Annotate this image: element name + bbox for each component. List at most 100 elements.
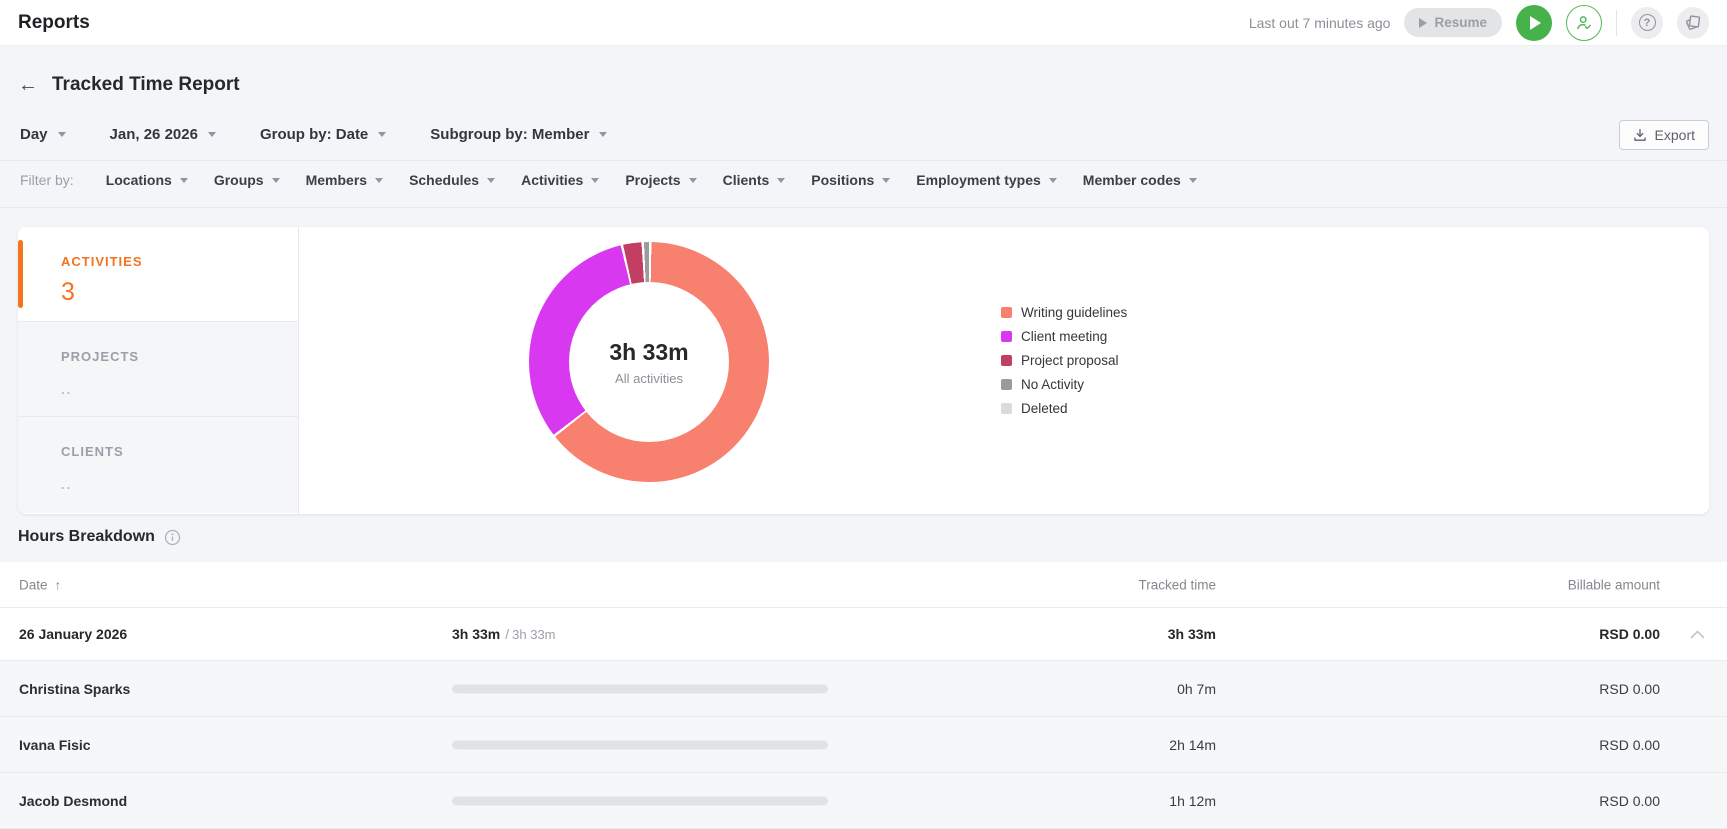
report-title-row: ← Tracked Time Report bbox=[18, 74, 240, 96]
info-icon[interactable] bbox=[164, 529, 181, 546]
hours-breakdown-table: Date ↑ Tracked time Billable amount 26 J… bbox=[0, 562, 1727, 829]
filter-row: Filter by: Locations Groups Members Sche… bbox=[20, 172, 1197, 188]
back-button[interactable]: ← bbox=[18, 75, 38, 95]
filter-locations[interactable]: Locations bbox=[106, 172, 188, 188]
donut-chart[interactable]: 3h 33m All activities bbox=[529, 242, 769, 482]
top-bar: Reports Last out 7 minutes ago Resume ? bbox=[0, 0, 1727, 46]
tab-clients-count: .. bbox=[61, 477, 73, 492]
summary-card: ACTIVITIES 3 PROJECTS .. CLIENTS .. 3h 3… bbox=[18, 227, 1709, 514]
tracked-time-cell: 3h 33m bbox=[1167, 626, 1216, 642]
legend-swatch bbox=[1001, 379, 1012, 390]
legend-item-project-proposal[interactable]: Project proposal bbox=[1001, 353, 1127, 368]
legend-swatch bbox=[1001, 355, 1012, 366]
chevron-down-icon bbox=[591, 177, 600, 183]
table-header-row: Date ↑ Tracked time Billable amount bbox=[0, 562, 1727, 608]
billable-amount-cell: RSD 0.00 bbox=[1599, 626, 1660, 642]
divider bbox=[0, 207, 1727, 208]
collapse-row-button[interactable] bbox=[1690, 626, 1705, 642]
filter-groups[interactable]: Groups bbox=[214, 172, 280, 188]
billable-amount-cell: RSD 0.00 bbox=[1599, 736, 1660, 753]
tracked-time-bar bbox=[452, 740, 828, 749]
donut-center: 3h 33m All activities bbox=[569, 282, 729, 442]
question-mark-icon: ? bbox=[1638, 14, 1656, 31]
legend-swatch bbox=[1001, 331, 1012, 342]
subgroup-by-dropdown[interactable]: Subgroup by: Member bbox=[430, 126, 608, 143]
tracked-time-cell: 2h 14m bbox=[1169, 736, 1216, 753]
filter-activities[interactable]: Activities bbox=[521, 172, 600, 188]
group-by-label: Group by: Date bbox=[259, 126, 369, 143]
person-check-icon bbox=[1577, 15, 1591, 29]
divider bbox=[0, 160, 1727, 161]
tab-clients-label: CLIENTS bbox=[61, 444, 124, 459]
filter-projects[interactable]: Projects bbox=[625, 172, 697, 188]
filter-clients[interactable]: Clients bbox=[723, 172, 786, 188]
last-activity-status: Last out 7 minutes ago bbox=[1248, 14, 1391, 31]
legend-item-writing-guidelines[interactable]: Writing guidelines bbox=[1001, 305, 1127, 320]
page-title: Reports bbox=[18, 11, 90, 33]
filter-employment-types[interactable]: Employment types bbox=[916, 172, 1057, 188]
help-button[interactable]: ? bbox=[1631, 6, 1663, 39]
date-dropdown[interactable]: Jan, 26 2026 bbox=[110, 126, 216, 143]
filter-member-codes[interactable]: Member codes bbox=[1083, 172, 1197, 188]
chart-legend: Writing guidelines Client meeting Projec… bbox=[1001, 305, 1127, 416]
legend-swatch bbox=[1001, 403, 1012, 414]
tracked-time-bar bbox=[452, 684, 828, 693]
date-cell: 26 January 2026 bbox=[19, 626, 128, 642]
billable-amount-cell: RSD 0.00 bbox=[1599, 792, 1660, 809]
tab-activities-label: ACTIVITIES bbox=[61, 254, 143, 269]
download-icon bbox=[1633, 128, 1646, 141]
date-group-row[interactable]: 26 January 2026 3h 33m/3h 33m 3h 33m RSD… bbox=[0, 608, 1727, 661]
resume-button-label: Resume bbox=[1434, 15, 1487, 30]
legend-item-no-activity[interactable]: No Activity bbox=[1001, 377, 1127, 392]
sort-ascending-icon: ↑ bbox=[54, 577, 62, 592]
filter-by-label: Filter by: bbox=[20, 172, 74, 188]
member-row-ivana-fisic: Ivana Fisic 2h 14m RSD 0.00 bbox=[0, 717, 1727, 773]
hours-breakdown-title: Hours Breakdown bbox=[18, 528, 155, 545]
hours-breakdown-heading: Hours Breakdown bbox=[18, 528, 181, 546]
tracked-time-cell: 0h 7m bbox=[1177, 680, 1216, 697]
legend-item-client-meeting[interactable]: Client meeting bbox=[1001, 329, 1127, 344]
play-icon bbox=[1530, 15, 1541, 30]
member-name: Jacob Desmond bbox=[19, 792, 128, 809]
summary-side-tabs: ACTIVITIES 3 PROJECTS .. CLIENTS .. bbox=[18, 227, 299, 514]
pages-stack-button[interactable] bbox=[1677, 6, 1709, 39]
column-billable-amount[interactable]: Billable amount bbox=[1568, 577, 1660, 592]
chevron-down-icon bbox=[1048, 177, 1057, 183]
report-title: Tracked Time Report bbox=[52, 74, 240, 95]
chevron-down-icon bbox=[271, 177, 280, 183]
export-button[interactable]: Export bbox=[1618, 120, 1709, 150]
start-timer-button[interactable] bbox=[1516, 4, 1552, 41]
filter-schedules[interactable]: Schedules bbox=[409, 172, 496, 188]
chevron-down-icon bbox=[375, 177, 384, 183]
chevron-down-icon bbox=[179, 177, 188, 183]
filter-members[interactable]: Members bbox=[306, 172, 384, 188]
group-by-dropdown[interactable]: Group by: Date bbox=[259, 126, 387, 143]
chevron-down-icon bbox=[378, 132, 387, 137]
chevron-down-icon bbox=[207, 132, 216, 137]
controls-row: Day Jan, 26 2026 Group by: Date Subgroup… bbox=[20, 126, 608, 143]
tab-activities[interactable]: ACTIVITIES 3 bbox=[18, 227, 298, 322]
period-dropdown[interactable]: Day bbox=[20, 126, 66, 143]
chevron-down-icon bbox=[57, 132, 66, 137]
chevron-down-icon bbox=[777, 177, 786, 183]
member-name: Ivana Fisic bbox=[19, 736, 91, 753]
tab-clients[interactable]: CLIENTS .. bbox=[18, 417, 298, 513]
member-row-jacob-desmond: Jacob Desmond 1h 12m RSD 0.00 bbox=[0, 773, 1727, 829]
resume-button[interactable]: Resume bbox=[1404, 8, 1502, 37]
chevron-down-icon bbox=[882, 177, 891, 183]
tab-projects[interactable]: PROJECTS .. bbox=[18, 322, 298, 417]
tracked-time-bar bbox=[452, 796, 828, 805]
subgroup-by-label: Subgroup by: Member bbox=[430, 126, 590, 143]
toolbar-divider bbox=[1616, 9, 1617, 36]
column-tracked-time[interactable]: Tracked time bbox=[1138, 577, 1216, 592]
tab-activities-count: 3 bbox=[61, 278, 75, 306]
active-tab-indicator bbox=[18, 240, 23, 308]
column-date[interactable]: Date ↑ bbox=[19, 577, 61, 592]
top-bar-actions: Last out 7 minutes ago Resume ? bbox=[1248, 4, 1709, 41]
period-dropdown-label: Day bbox=[20, 126, 48, 143]
billable-amount-cell: RSD 0.00 bbox=[1599, 680, 1660, 697]
member-row-christina-sparks: Christina Sparks 0h 7m RSD 0.00 bbox=[0, 661, 1727, 717]
legend-item-deleted[interactable]: Deleted bbox=[1001, 401, 1127, 416]
user-check-button[interactable] bbox=[1566, 4, 1602, 41]
filter-positions[interactable]: Positions bbox=[811, 172, 891, 188]
